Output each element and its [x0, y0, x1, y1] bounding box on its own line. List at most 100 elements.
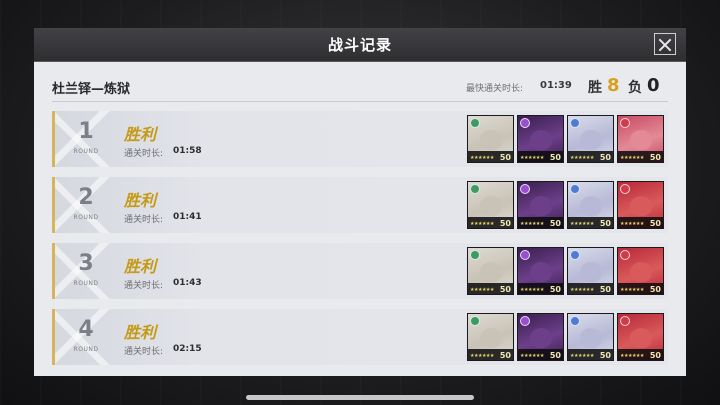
- wind-icon: [470, 316, 480, 326]
- character-card[interactable]: ★★★★★★ 50: [517, 313, 564, 361]
- win-count: 8: [607, 75, 620, 96]
- round-label: ROUND: [73, 346, 99, 353]
- character-face: [580, 328, 602, 348]
- character-card[interactable]: ★★★★★★ 50: [467, 247, 514, 295]
- win-label: 胜: [588, 80, 602, 96]
- round-number: 1: [78, 119, 94, 144]
- gear-icon: [570, 250, 580, 260]
- row-accent: [52, 177, 55, 233]
- rarity-stars: ★★★★★★: [570, 353, 594, 359]
- character-card[interactable]: ★★★★★★ 50: [567, 115, 614, 163]
- rarity-stars: ★★★★★★: [470, 353, 494, 359]
- character-card[interactable]: ★★★★★★ 50: [517, 247, 564, 295]
- character-card[interactable]: ★★★★★★ 50: [517, 181, 564, 229]
- clear-time-value: 01:43: [173, 278, 202, 288]
- star-icon: [520, 118, 530, 128]
- character-card[interactable]: ★★★★★★ 50: [567, 313, 614, 361]
- character-face: [630, 130, 652, 150]
- result-text: 胜利: [124, 323, 157, 342]
- character-face: [530, 130, 552, 150]
- character-face: [480, 196, 502, 216]
- round-number: 4: [78, 317, 94, 342]
- rarity-stars: ★★★★★★: [620, 287, 644, 293]
- header-divider: [52, 101, 668, 102]
- character-level: 50: [649, 351, 661, 360]
- star-icon: [520, 184, 530, 194]
- character-face: [630, 196, 652, 216]
- clear-time-label: 通关时长:: [124, 149, 164, 159]
- character-face: [530, 328, 552, 348]
- result-text: 胜利: [124, 191, 157, 210]
- character-level: 50: [499, 285, 511, 294]
- character-level: 50: [549, 351, 561, 360]
- rarity-stars: ★★★★★★: [470, 221, 494, 227]
- character-level: 50: [599, 351, 611, 360]
- title-bar: 战斗记录: [34, 28, 686, 62]
- character-card[interactable]: ★★★★★★ 50: [617, 247, 664, 295]
- clear-time-value: 01:41: [173, 212, 202, 222]
- character-level: 50: [599, 153, 611, 162]
- character-card[interactable]: ★★★★★★ 50: [617, 313, 664, 361]
- star-icon: [520, 316, 530, 326]
- character-level: 50: [649, 219, 661, 228]
- character-level: 50: [499, 153, 511, 162]
- character-card[interactable]: ★★★★★★ 50: [617, 181, 664, 229]
- character-card[interactable]: ★★★★★★ 50: [467, 115, 514, 163]
- cross-icon: [620, 250, 630, 260]
- round-number: 3: [78, 251, 94, 276]
- stage-header: 杜兰铎—炼狱 最快通关时长: 01:39 胜 8 负 0: [52, 75, 668, 100]
- wind-icon: [470, 118, 480, 128]
- round-row[interactable]: 2 ROUND 胜利 通关时长: 01:41 ★★★★★★ 50 ★★★★★★ …: [52, 177, 668, 233]
- battle-record-dialog: 战斗记录 杜兰铎—炼狱 最快通关时长: 01:39 胜 8 负 0 1 ROUN…: [34, 28, 686, 376]
- clear-time-label: 通关时长:: [124, 347, 164, 357]
- rarity-stars: ★★★★★★: [570, 221, 594, 227]
- result-text: 胜利: [124, 125, 157, 144]
- round-label: ROUND: [73, 214, 99, 221]
- fastest-time-value: 01:39: [540, 80, 572, 91]
- character-face: [580, 262, 602, 282]
- stage-name: 杜兰铎—炼狱: [52, 82, 131, 97]
- rarity-stars: ★★★★★★: [620, 353, 644, 359]
- character-face: [480, 328, 502, 348]
- character-level: 50: [499, 219, 511, 228]
- character-level: 50: [599, 219, 611, 228]
- character-card[interactable]: ★★★★★★ 50: [567, 247, 614, 295]
- round-row[interactable]: 3 ROUND 胜利 通关时长: 01:43 ★★★★★★ 50 ★★★★★★ …: [52, 243, 668, 299]
- character-level: 50: [549, 153, 561, 162]
- cross-icon: [620, 118, 630, 128]
- round-label: ROUND: [73, 280, 99, 287]
- character-card[interactable]: ★★★★★★ 50: [517, 115, 564, 163]
- fastest-time-label: 最快通关时长:: [466, 84, 524, 94]
- character-card[interactable]: ★★★★★★ 50: [467, 181, 514, 229]
- character-card[interactable]: ★★★★★★ 50: [567, 181, 614, 229]
- row-accent: [52, 309, 55, 365]
- character-card[interactable]: ★★★★★★ 50: [467, 313, 514, 361]
- rarity-stars: ★★★★★★: [570, 155, 594, 161]
- row-accent: [52, 111, 55, 167]
- round-list[interactable]: 1 ROUND 胜利 通关时长: 01:58 ★★★★★★ 50 ★★★★★★ …: [52, 111, 668, 376]
- gear-icon: [570, 184, 580, 194]
- gear-icon: [570, 316, 580, 326]
- character-face: [530, 262, 552, 282]
- clear-time-label: 通关时长:: [124, 281, 164, 291]
- round-row[interactable]: 1 ROUND 胜利 通关时长: 01:58 ★★★★★★ 50 ★★★★★★ …: [52, 111, 668, 167]
- loss-label: 负: [628, 80, 642, 96]
- character-card[interactable]: ★★★★★★ 50: [617, 115, 664, 163]
- round-row[interactable]: 4 ROUND 胜利 通关时长: 02:15 ★★★★★★ 50 ★★★★★★ …: [52, 309, 668, 365]
- character-level: 50: [549, 285, 561, 294]
- character-level: 50: [549, 219, 561, 228]
- character-level: 50: [499, 351, 511, 360]
- character-level: 50: [649, 285, 661, 294]
- character-face: [480, 262, 502, 282]
- rarity-stars: ★★★★★★: [620, 221, 644, 227]
- character-face: [630, 328, 652, 348]
- character-face: [580, 196, 602, 216]
- home-indicator[interactable]: [246, 395, 474, 400]
- rarity-stars: ★★★★★★: [570, 287, 594, 293]
- character-level: 50: [599, 285, 611, 294]
- result-text: 胜利: [124, 257, 157, 276]
- close-icon[interactable]: [654, 33, 676, 55]
- character-face: [530, 196, 552, 216]
- character-face: [630, 262, 652, 282]
- round-label: ROUND: [73, 148, 99, 155]
